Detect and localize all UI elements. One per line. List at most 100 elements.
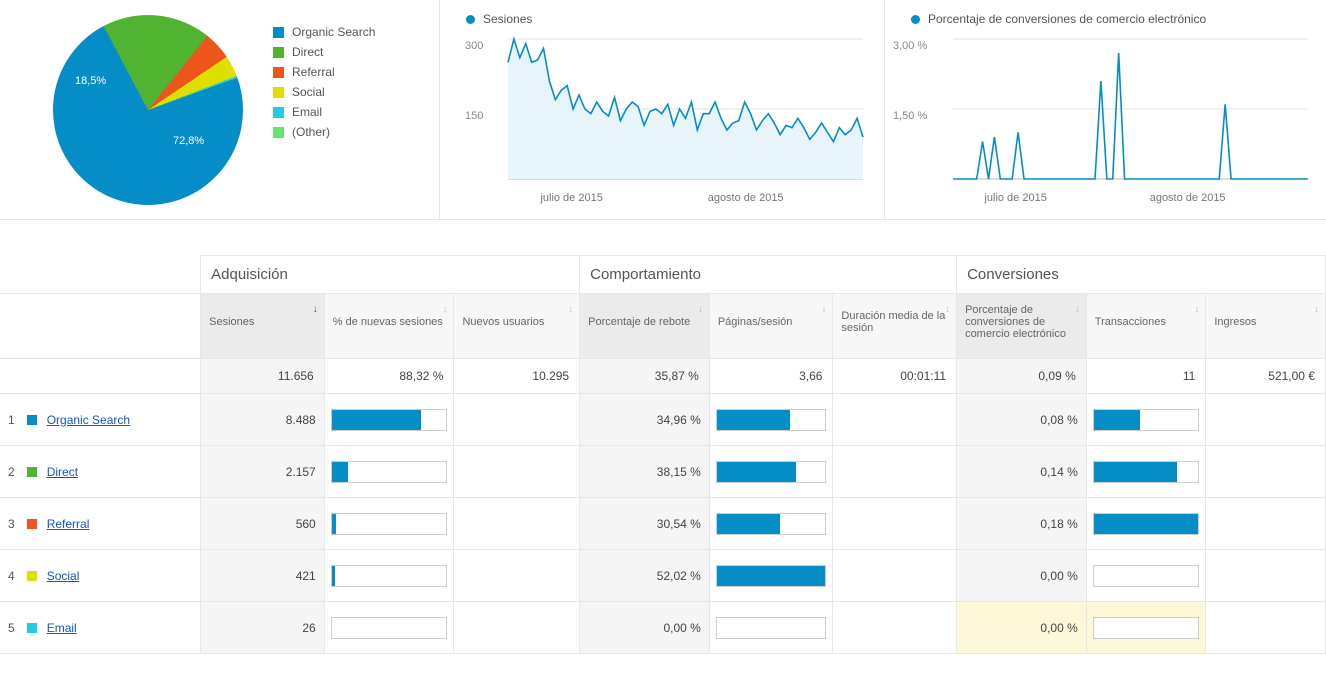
legend-label: Email [292,105,322,119]
cell-sessions: 421 [201,550,325,602]
sessions-line-chart[interactable] [458,34,868,184]
pie-legend: Organic Search Direct Referral Social Email (… [273,25,375,145]
group-header-acquisition: Adquisición [201,256,580,294]
col-header-trans[interactable]: Transacciones↓ [1086,294,1206,359]
series-dot-icon [466,15,475,24]
x-tick-label: agosto de 2015 [708,192,784,204]
cell-conv-pct: 0,08 % [957,394,1087,446]
cell-pct-new-bar [324,498,454,550]
row-index: 1 [8,413,20,427]
cell-conv-bar [1086,550,1206,602]
cell-bounce: 0,00 % [580,602,710,654]
row-index: 5 [8,621,20,635]
total-trans: 11 [1086,359,1206,394]
channel-link[interactable]: Organic Search [47,413,130,427]
cell-sessions: 2.157 [201,446,325,498]
cell-conv-bar [1086,446,1206,498]
row-swatch-icon [27,519,37,529]
legend-swatch-icon [273,67,284,78]
pie-slice-label-minor: 18,5% [75,75,106,87]
legend-label: (Other) [292,125,330,139]
legend-item[interactable]: Email [273,105,375,119]
col-header-conv-pct[interactable]: Porcentaje de conversiones de comercio e… [957,294,1087,359]
cell-sessions: 26 [201,602,325,654]
cell-sessions: 8.488 [201,394,325,446]
cell-conv-pct: 0,18 % [957,498,1087,550]
col-header-pages[interactable]: Páginas/sesión↓ [709,294,833,359]
cell-bounce-bar [709,394,833,446]
x-tick-label: julio de 2015 [984,192,1046,204]
channel-link[interactable]: Social [47,569,80,583]
legend-item[interactable]: (Other) [273,125,375,139]
legend-swatch-icon [273,47,284,58]
legend-label: Referral [292,65,335,79]
cell-pct-new-bar [324,550,454,602]
channel-link[interactable]: Direct [47,465,78,479]
sessions-chart-title: Sesiones [483,12,532,26]
cell-bounce: 30,54 % [580,498,710,550]
cell-sessions: 560 [201,498,325,550]
cell-bounce-bar [709,446,833,498]
cell-bounce-bar [709,498,833,550]
series-dot-icon [911,15,920,24]
channel-link[interactable]: Referral [47,517,90,531]
row-swatch-icon [27,415,37,425]
x-tick-label: julio de 2015 [540,192,602,204]
channel-link[interactable]: Email [47,621,77,635]
legend-label: Direct [292,45,323,59]
cell-conv-bar [1086,394,1206,446]
legend-swatch-icon [273,107,284,118]
table-row: 2 Direct 2.157 38,15 % 0,14 % [0,446,1326,498]
cell-conv-bar [1086,602,1206,654]
row-index: 2 [8,465,20,479]
total-duration: 00:01:11 [833,359,957,394]
col-header-new-users[interactable]: Nuevos usuarios↓ [454,294,580,359]
cell-pct-new-bar [324,394,454,446]
col-header-sessions[interactable]: Sesiones↓ [201,294,325,359]
table-row: 4 Social 421 52,02 % 0,00 % [0,550,1326,602]
cell-conv-pct: 0,00 % [957,602,1087,654]
col-header-pct-new[interactable]: % de nuevas sesiones↓ [324,294,454,359]
legend-item[interactable]: Referral [273,65,375,79]
cell-conv-pct: 0,00 % [957,550,1087,602]
legend-label: Organic Search [292,25,375,39]
table-row: 3 Referral 560 30,54 % 0,18 % [0,498,1326,550]
legend-item[interactable]: Social [273,85,375,99]
table-row: 5 Email 26 0,00 % 0,00 % [0,602,1326,654]
col-header-bounce[interactable]: Porcentaje de rebote↓ [580,294,710,359]
y-tick-label: 3,00 % [893,40,927,52]
table-row: 1 Organic Search 8.488 34,96 % 0,08 % [0,394,1326,446]
group-header-conversions: Conversiones [957,256,1326,294]
conversions-line-chart[interactable] [903,34,1313,184]
total-new-users: 10.295 [454,359,580,394]
col-header-duration[interactable]: Duración media de la sesión↓ [833,294,957,359]
conversions-chart-title: Porcentaje de conversiones de comercio e… [928,12,1206,26]
row-index: 3 [8,517,20,531]
legend-swatch-icon [273,127,284,138]
pie-slice-label-major: 72,8% [173,135,204,147]
row-swatch-icon [27,623,37,633]
y-tick-label: 150 [465,110,483,122]
legend-item[interactable]: Direct [273,45,375,59]
legend-item[interactable]: Organic Search [273,25,375,39]
cell-conv-bar [1086,498,1206,550]
cell-pct-new-bar [324,446,454,498]
total-conv-pct: 0,09 % [957,359,1087,394]
row-swatch-icon [27,571,37,581]
col-header-rev[interactable]: Ingresos↓ [1206,294,1326,359]
legend-swatch-icon [273,87,284,98]
total-rev: 521,00 € [1206,359,1326,394]
y-tick-label: 1,50 % [893,110,927,122]
top-charts-row: 72,8% 18,5% Organic Search Direct Referral… [0,0,1326,220]
cell-bounce: 52,02 % [580,550,710,602]
row-swatch-icon [27,467,37,477]
sessions-chart-panel: Sesiones 300 150 julio de 2015 agosto de… [440,0,885,219]
cell-bounce-bar [709,550,833,602]
total-sessions: 11.656 [201,359,325,394]
group-header-behavior: Comportamiento [580,256,957,294]
y-tick-label: 300 [465,40,483,52]
cell-bounce: 38,15 % [580,446,710,498]
total-pct-new: 88,32 % [324,359,454,394]
table-group-header-row: Adquisición Comportamiento Conversiones [0,256,1326,294]
channels-pie-chart[interactable]: 72,8% 18,5% [53,15,243,205]
